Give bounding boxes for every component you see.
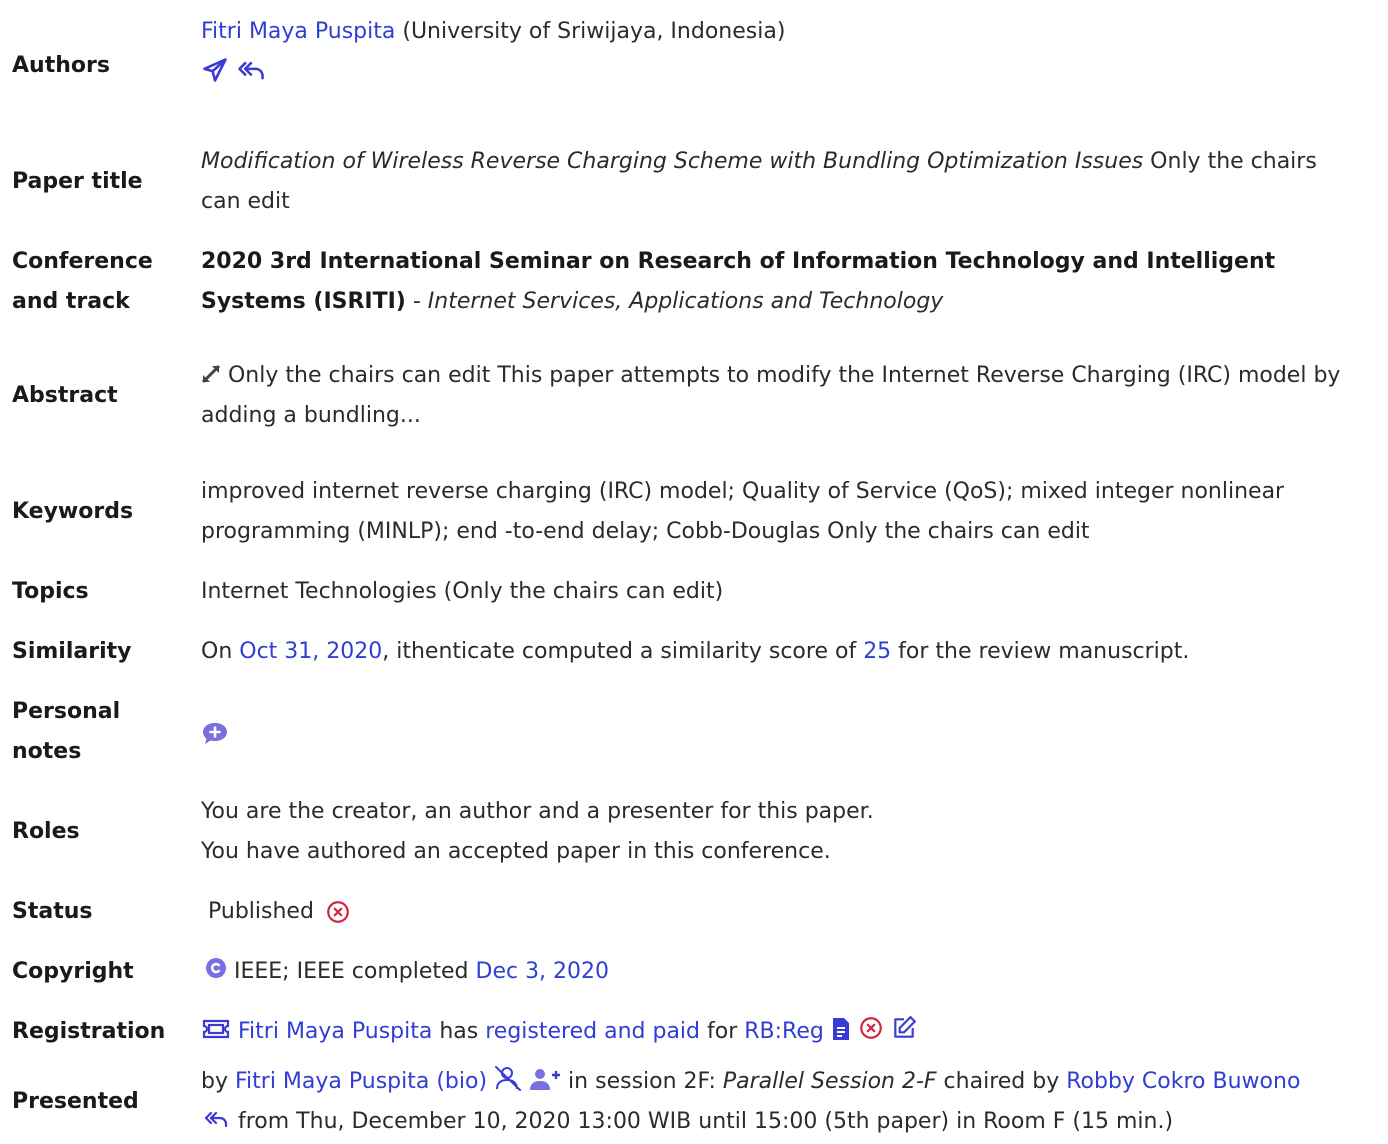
copyright-icon	[205, 957, 227, 979]
keywords-label: Keywords	[12, 499, 134, 524]
edit-icon[interactable]	[891, 1015, 917, 1041]
similarity-suffix: for the review manuscript.	[891, 639, 1190, 664]
registration-status-link[interactable]: registered and paid	[485, 1019, 700, 1044]
personal-notes-label: Personal	[12, 699, 121, 724]
paper-title: Modification of Wireless Reverse Chargin…	[201, 149, 1144, 174]
status-label: Status	[12, 899, 93, 924]
presented-in-session: in session 2F:	[561, 1069, 723, 1094]
session-name: Parallel Session 2-F	[722, 1069, 937, 1094]
abstract-line1: Only the chairs can edit This paper atte…	[221, 363, 1341, 388]
conference-name: 2020 3rd International Seminar on Resear…	[201, 249, 1276, 274]
copyright-text: IEEE; IEEE completed	[227, 959, 476, 984]
add-note-icon[interactable]	[201, 721, 229, 747]
cancel-icon[interactable]	[325, 899, 351, 925]
conference-label: Conference	[12, 249, 153, 274]
personal-notes-label-cont: notes	[12, 739, 82, 764]
user-remove-icon[interactable]	[494, 1065, 522, 1091]
presented-label: Presented	[12, 1089, 139, 1114]
copyright-label: Copyright	[12, 959, 134, 984]
roles-line1: You are the creator, an author and a pre…	[201, 799, 874, 824]
registration-has: has	[432, 1019, 486, 1044]
registrant-name-link[interactable]: Fitri Maya Puspita	[238, 1019, 432, 1044]
ticket-icon	[201, 1017, 231, 1041]
roles-label: Roles	[12, 819, 80, 844]
conference-label-cont: and track	[12, 289, 130, 314]
registration-label: Registration	[12, 1019, 166, 1044]
similarity-prefix: On	[201, 639, 240, 664]
keywords-line1: improved internet reverse charging (IRC)…	[201, 479, 1285, 504]
presented-time-location: from Thu, December 10, 2020 13:00 WIB un…	[231, 1109, 1174, 1134]
presented-chaired-by: chaired by	[936, 1069, 1067, 1094]
similarity-label: Similarity	[12, 639, 132, 664]
conference-separator: -	[405, 289, 428, 314]
presenter-link[interactable]: Fitri Maya Puspita (bio)	[235, 1069, 487, 1094]
conference-track: Internet Services, Applications and Tech…	[427, 289, 944, 314]
paper-title-label: Paper title	[12, 169, 143, 194]
chair-link[interactable]: Robby Cokro Buwono	[1066, 1069, 1300, 1094]
authors-label: Authors	[12, 53, 110, 78]
paper-title-edit-note: Only the chairs	[1143, 149, 1317, 174]
conference-name-cont: Systems (ISRITI)	[201, 289, 406, 314]
status-value: Published	[208, 899, 314, 924]
copyright-date-link[interactable]: Dec 3, 2020	[476, 959, 610, 984]
registration-for: for	[700, 1019, 745, 1044]
similarity-score-link[interactable]: 25	[863, 639, 891, 664]
presented-by: by	[201, 1069, 235, 1094]
roles-line2: You have authored an accepted paper in t…	[201, 839, 831, 864]
similarity-text: , ithenticate computed a similarity scor…	[382, 639, 864, 664]
reply-all-icon[interactable]	[236, 56, 266, 84]
author-affiliation: (University of Sriwijaya, Indonesia)	[395, 19, 786, 44]
topics-label: Topics	[12, 579, 89, 604]
abstract-label: Abstract	[12, 383, 118, 408]
cancel-icon[interactable]	[858, 1015, 884, 1041]
topics-value: Internet Technologies (Only the chairs c…	[201, 579, 724, 604]
author-name-link[interactable]: Fitri Maya Puspita	[201, 19, 395, 44]
keywords-line2: programming (MINLP); end -to-end delay; …	[201, 519, 1090, 544]
registration-type-link[interactable]: RB:Reg	[744, 1019, 824, 1044]
reply-all-icon[interactable]	[201, 1107, 231, 1131]
expand-icon[interactable]	[201, 364, 221, 384]
paper-title-edit-note-cont: can edit	[201, 189, 290, 214]
abstract-line2: adding a bundling...	[201, 403, 421, 428]
similarity-date-link[interactable]: Oct 31, 2020	[239, 639, 382, 664]
document-icon[interactable]	[831, 1017, 851, 1041]
user-add-icon[interactable]	[529, 1067, 561, 1091]
send-icon[interactable]	[201, 56, 229, 84]
